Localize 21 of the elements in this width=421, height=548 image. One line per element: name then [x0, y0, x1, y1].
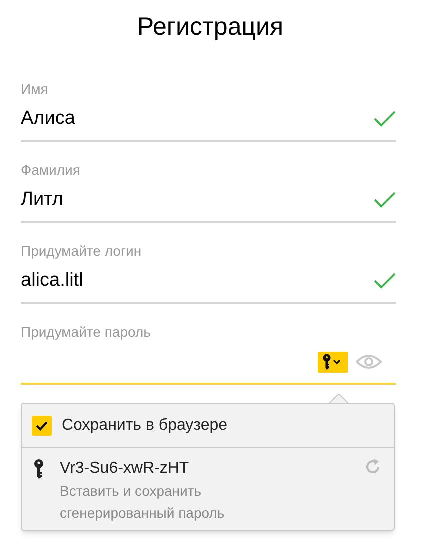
page-title: Регистрация: [136, 12, 285, 43]
input-field[interactable]: Литл: [21, 179, 396, 223]
input-field[interactable]: alica.litl: [21, 260, 396, 304]
checkmark-icon: [374, 192, 396, 208]
checkmark-icon: [374, 111, 396, 127]
generated-password-option[interactable]: Vr3-Su6-xwR-zHT Вставить и сохранить сгенерированный пароль: [22, 448, 394, 530]
option-hint: Вставить и сохранить сгенерированный пароль: [60, 482, 226, 523]
refresh-icon[interactable]: [364, 458, 382, 476]
input-field[interactable]: Алиса: [21, 98, 396, 142]
field-label: Придумайте логин: [21, 242, 143, 260]
field-label: Фамилия: [21, 161, 82, 179]
eye-icon[interactable]: [356, 354, 382, 370]
checkbox-label: Сохранить в браузере: [62, 416, 228, 436]
key-icon: [34, 459, 44, 479]
field-label: Придумайте пароль: [21, 323, 152, 341]
checkmark-icon: [374, 273, 396, 289]
generated-password: Vr3-Su6-xwR-zHT: [60, 459, 190, 479]
key-menu-button[interactable]: [318, 352, 348, 372]
checkbox[interactable]: [32, 416, 52, 436]
field-label: Имя: [21, 80, 50, 98]
checkmark-icon: [36, 420, 48, 430]
